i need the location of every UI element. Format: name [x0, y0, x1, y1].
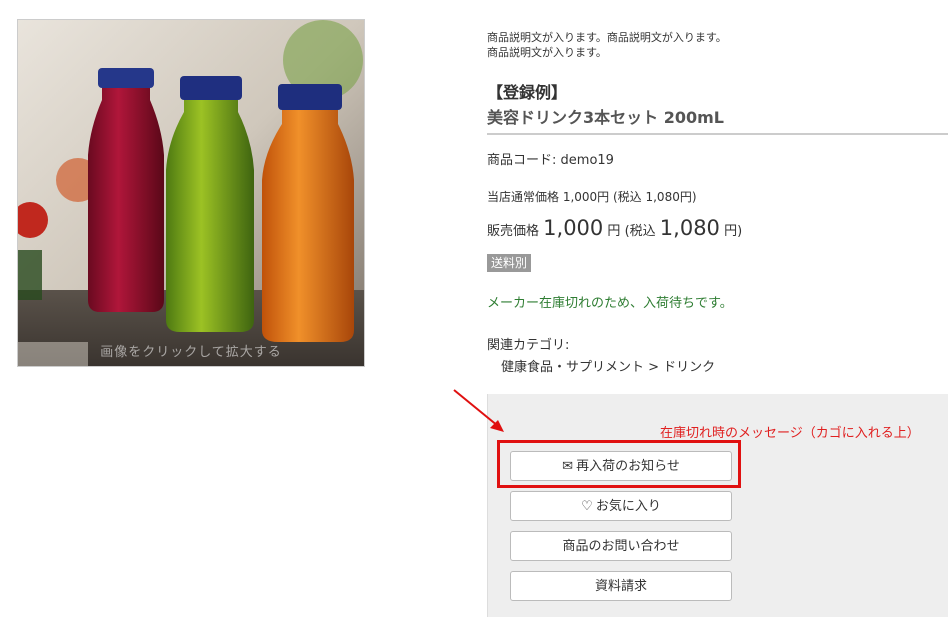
- product-description: 商品説明文が入ります。商品説明文が入ります。 商品説明文が入ります。: [487, 30, 927, 60]
- description-line: 商品説明文が入ります。商品説明文が入ります。: [487, 31, 727, 44]
- product-code: 商品コード: demo19: [487, 149, 614, 168]
- category-label: 関連カテゴリ:: [487, 338, 570, 353]
- description-line: 商品説明文が入ります。: [487, 46, 607, 59]
- category-link[interactable]: 健康食品・サプリメント > ドリンク: [501, 356, 715, 375]
- image-zoom-caption: 画像をクリックして拡大する: [100, 345, 282, 360]
- restock-notify-button[interactable]: ✉ 再入荷のお知らせ: [510, 451, 732, 481]
- regular-price: 当店通常価格 1,000円 (税込 1,080円): [487, 190, 697, 204]
- shipping-badge: 送料別: [487, 254, 532, 272]
- registration-label: 【登録例】: [487, 83, 568, 102]
- inquiry-button[interactable]: 商品のお問い合わせ: [510, 531, 732, 561]
- heart-icon: ♡: [581, 499, 593, 514]
- divider: [487, 133, 948, 135]
- sale-price-value: 1,000: [543, 216, 604, 240]
- request-docs-button[interactable]: 資料請求: [510, 571, 732, 601]
- sale-price-label: 販売価格: [487, 224, 540, 239]
- product-code-value: demo19: [560, 153, 614, 168]
- product-image[interactable]: 画像をクリックして拡大する: [17, 19, 365, 367]
- product-code-label: 商品コード:: [487, 153, 557, 168]
- annotation-arrow-icon: [453, 389, 504, 432]
- sale-price: 販売価格 1,000 円 (税込 1,080 円): [487, 216, 742, 240]
- restock-notify-label: 再入荷のお知らせ: [576, 459, 680, 474]
- mail-icon: ✉: [562, 459, 574, 474]
- tax-suffix: 円): [724, 224, 743, 239]
- annotation-note: 在庫切れ時のメッセージ（カゴに入れる上）: [660, 426, 920, 441]
- product-name: 美容ドリンク3本セット 200mL: [487, 108, 724, 127]
- favorite-label: お気に入り: [595, 499, 661, 514]
- juice-bottles-photo: [18, 20, 364, 366]
- request-docs-label: 資料請求: [594, 579, 647, 594]
- tax-price-value: 1,080: [659, 216, 720, 240]
- yen-unit: 円: [607, 224, 621, 239]
- favorite-button[interactable]: ♡ お気に入り: [510, 491, 732, 521]
- inquiry-label: 商品のお問い合わせ: [562, 539, 680, 554]
- stock-status-message: メーカー在庫切れのため、入荷待ちです。: [487, 296, 733, 311]
- tax-prefix: (税込: [624, 224, 656, 239]
